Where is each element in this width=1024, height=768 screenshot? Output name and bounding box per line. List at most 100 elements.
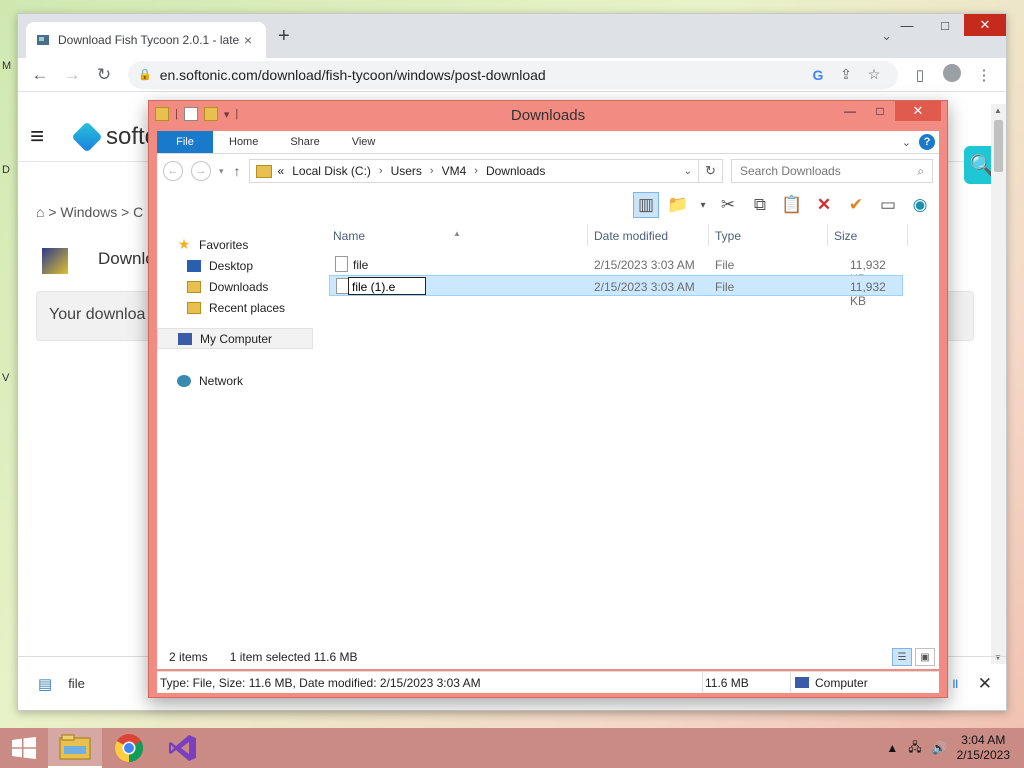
file-date: 2/15/2023 3:03 AM bbox=[594, 258, 695, 272]
chevron-down-icon[interactable]: ▾ bbox=[697, 192, 709, 218]
expand-ribbon-icon[interactable]: ⌄ bbox=[902, 136, 911, 149]
browser-tab[interactable]: Download Fish Tycoon 2.0.1 - latest × bbox=[26, 22, 266, 58]
explorer-maximize-button[interactable]: □ bbox=[865, 101, 895, 121]
nav-network[interactable]: Network bbox=[157, 370, 317, 391]
network-status-icon[interactable]: 🖧 bbox=[908, 738, 921, 759]
globe-icon[interactable]: ◉ bbox=[907, 192, 933, 218]
delete-icon[interactable]: ✕ bbox=[811, 192, 837, 218]
reload-icon[interactable]: ↻ bbox=[88, 65, 120, 85]
recent-locations-icon[interactable]: ▾ bbox=[219, 166, 224, 177]
rename-icon[interactable]: ▭ bbox=[875, 192, 901, 218]
column-size[interactable]: Size bbox=[834, 229, 857, 243]
refresh-icon[interactable]: ↻ bbox=[699, 159, 723, 183]
forward-button[interactable]: → bbox=[191, 161, 211, 181]
minimize-button[interactable]: — bbox=[888, 14, 926, 36]
nav-favorites[interactable]: ★ Favorites bbox=[157, 234, 317, 255]
google-icon[interactable]: G bbox=[804, 67, 832, 83]
search-input[interactable]: Search Downloads ⌕ bbox=[731, 159, 933, 183]
close-button[interactable]: ✕ bbox=[964, 14, 1006, 36]
share-icon[interactable]: ⇪ bbox=[832, 66, 860, 83]
chevron-down-icon[interactable]: ⌄ bbox=[684, 166, 692, 177]
rename-input[interactable]: file (1).e bbox=[348, 277, 426, 295]
back-button[interactable]: ← bbox=[163, 161, 183, 181]
explorer-close-button[interactable]: ✕ bbox=[895, 101, 941, 121]
nav-downloads[interactable]: Downloads bbox=[157, 276, 317, 297]
chevron-right-icon[interactable]: › bbox=[379, 165, 383, 177]
explorer-minimize-button[interactable]: — bbox=[835, 101, 865, 121]
downloaded-file-name[interactable]: file bbox=[68, 676, 85, 691]
status-bar: 2 items 1 item selected 11.6 MB ☰ ▣ bbox=[157, 645, 939, 669]
nav-desktop[interactable]: Desktop bbox=[157, 255, 317, 276]
breadcrumb-segment[interactable]: VM4 bbox=[442, 164, 467, 178]
file-size: 11,932 KB bbox=[850, 280, 886, 308]
breadcrumb-segment[interactable]: Users bbox=[391, 164, 422, 178]
explorer-content: ★ Favorites Desktop Downloads Recent pla… bbox=[157, 222, 939, 645]
windows-logo-icon bbox=[12, 737, 36, 759]
tab-view[interactable]: View bbox=[336, 131, 392, 153]
page-scrollbar[interactable]: ▲ ▼ bbox=[991, 104, 1006, 664]
paste-icon[interactable]: 📋 bbox=[779, 192, 805, 218]
preview-pane-icon[interactable]: ▥ bbox=[633, 192, 659, 218]
file-details: Type: File, Size: 11.6 MB, Date modified… bbox=[157, 672, 703, 693]
new-tab-button[interactable]: + bbox=[278, 26, 290, 46]
file-name[interactable]: file bbox=[353, 258, 368, 272]
close-download-shelf-icon[interactable]: ✕ bbox=[978, 674, 992, 694]
selection-info: 1 item selected 11.6 MB bbox=[229, 650, 358, 664]
computer-icon bbox=[178, 332, 192, 345]
large-icons-view-icon[interactable]: ▣ bbox=[915, 648, 935, 666]
bookmark-star-icon[interactable]: ☆ bbox=[860, 66, 888, 83]
column-name[interactable]: Name bbox=[333, 229, 365, 243]
menu-dots-icon[interactable]: ⋮ bbox=[968, 66, 1000, 84]
table-row[interactable]: file 2/15/2023 3:03 AM File 11,932 KB bbox=[329, 254, 903, 286]
tab-home[interactable]: Home bbox=[213, 131, 274, 153]
taskbar-visual-studio[interactable] bbox=[156, 728, 210, 768]
breadcrumb-segment[interactable]: Downloads bbox=[486, 164, 545, 178]
back-arrow-icon[interactable]: ← bbox=[24, 65, 56, 85]
tab-close-icon[interactable]: × bbox=[240, 32, 256, 48]
explorer-titlebar[interactable]: | ▾ | Downloads — □ ✕ bbox=[149, 101, 947, 129]
tab-file[interactable]: File bbox=[157, 131, 213, 153]
volume-icon[interactable]: 🔊 bbox=[932, 741, 947, 755]
profile-avatar[interactable] bbox=[936, 63, 968, 86]
breadcrumb-segment[interactable]: Local Disk (C:) bbox=[292, 164, 371, 178]
folder-options-icon[interactable]: 📁 bbox=[665, 192, 691, 218]
column-type[interactable]: Type bbox=[715, 229, 741, 243]
column-date-modified[interactable]: Date modified bbox=[594, 229, 668, 243]
checkmark-icon[interactable]: ✔ bbox=[843, 192, 869, 218]
taskbar-file-explorer[interactable] bbox=[48, 728, 102, 768]
address-overflow[interactable]: « bbox=[278, 164, 285, 178]
nav-my-computer[interactable]: My Computer bbox=[157, 328, 313, 349]
breadcrumb[interactable]: ⌂ > Windows > C bbox=[36, 204, 143, 220]
address-bar[interactable]: 🔒 en.softonic.com/download/fish-tycoon/w… bbox=[128, 60, 898, 89]
maximize-button[interactable]: □ bbox=[926, 14, 964, 36]
clock[interactable]: 3:04 AM 2/15/2023 bbox=[957, 733, 1010, 763]
forward-arrow-icon[interactable]: → bbox=[56, 65, 88, 85]
cut-icon[interactable]: ✂ bbox=[715, 192, 741, 218]
url-text[interactable]: en.softonic.com/download/fish-tycoon/win… bbox=[160, 67, 804, 83]
side-panel-icon[interactable]: ▯ bbox=[904, 66, 936, 84]
chevron-right-icon[interactable]: › bbox=[474, 165, 478, 177]
softonic-logo-icon[interactable] bbox=[71, 120, 103, 153]
tab-title: Download Fish Tycoon 2.0.1 - latest bbox=[58, 33, 240, 47]
address-bar[interactable]: « Local Disk (C:) › Users › VM4 › Downlo… bbox=[248, 159, 699, 183]
up-arrow-icon[interactable]: ↑ bbox=[234, 163, 241, 179]
copy-icon[interactable]: ⧉ bbox=[747, 192, 773, 218]
hamburger-menu-icon[interactable]: ≡ bbox=[30, 124, 56, 149]
selection-size: 11.6 MB bbox=[703, 672, 791, 693]
taskbar-chrome[interactable] bbox=[102, 728, 156, 768]
chevron-right-icon[interactable]: › bbox=[430, 165, 434, 177]
softonic-favicon-icon bbox=[37, 35, 49, 45]
downloads-folder-icon bbox=[187, 280, 201, 293]
nav-recent-places[interactable]: Recent places bbox=[157, 297, 317, 318]
show-hidden-icons-icon[interactable]: ▲ bbox=[886, 741, 898, 755]
windows-start-button[interactable] bbox=[0, 728, 48, 768]
desktop-icon bbox=[187, 259, 201, 272]
show-all-link[interactable]: ll bbox=[953, 677, 958, 691]
details-view-icon[interactable]: ☰ bbox=[892, 648, 912, 666]
tab-share[interactable]: Share bbox=[274, 131, 335, 153]
home-icon[interactable]: ⌂ bbox=[36, 204, 48, 220]
table-row-selected[interactable]: file (1).e 2/15/2023 3:03 AM File 11,932… bbox=[329, 275, 903, 308]
lock-icon: 🔒 bbox=[138, 69, 152, 81]
file-type: File bbox=[715, 258, 735, 272]
help-icon[interactable]: ? bbox=[919, 134, 935, 150]
